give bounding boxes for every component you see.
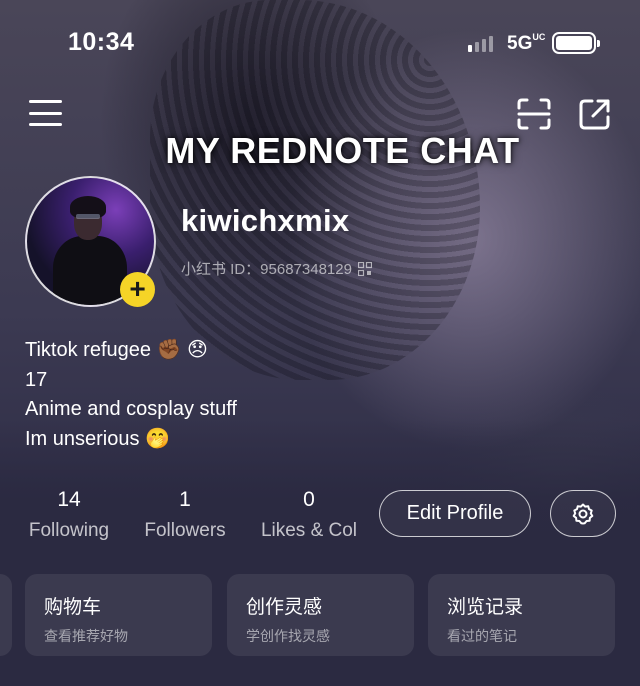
- user-id: 小红书 ID：95687348129: [181, 258, 372, 279]
- browsing-history-card[interactable]: 浏览记录 看过的笔记: [428, 574, 615, 656]
- network-suffix: UC: [532, 31, 546, 42]
- card-partial[interactable]: [0, 574, 12, 656]
- banner-title: MY REDNOTE CHAT: [165, 130, 520, 171]
- followers-count: 1: [179, 488, 191, 511]
- signal-icon: [468, 36, 493, 52]
- card-title: 浏览记录: [447, 596, 524, 618]
- creation-inspiration-card[interactable]: 创作灵感 学创作找灵感: [227, 574, 414, 656]
- network-type: 5G: [507, 33, 533, 54]
- followers-label: Followers: [144, 520, 226, 541]
- card-subtitle: 学创作找灵感: [246, 629, 330, 645]
- qr-code-icon[interactable]: [357, 261, 372, 276]
- user-id-text: 小红书 ID：95687348129: [181, 261, 352, 278]
- share-icon[interactable]: [577, 97, 612, 132]
- likes-label: Likes & Col: [260, 520, 358, 541]
- following-label: Following: [28, 520, 110, 541]
- add-avatar-button[interactable]: +: [120, 272, 155, 307]
- card-title: 创作灵感: [246, 596, 323, 618]
- card-title: 购物车: [44, 596, 102, 618]
- bio-line: 17: [25, 368, 48, 391]
- network-indicator: 5GUC: [507, 31, 546, 55]
- scan-icon[interactable]: [516, 97, 552, 131]
- following-count: 14: [57, 488, 81, 511]
- card-subtitle: 查看推荐好物: [44, 629, 128, 645]
- shopping-cart-card[interactable]: 购物车 查看推荐好物: [25, 574, 212, 656]
- edit-profile-button[interactable]: Edit Profile: [379, 490, 531, 537]
- bio-line: Im unserious 🤭: [25, 427, 170, 450]
- gear-icon: [572, 503, 594, 524]
- bio-line: Tiktok refugee ✊🏾 😞: [25, 339, 208, 361]
- likes-count: 0: [303, 488, 315, 511]
- card-subtitle: 看过的笔记: [447, 629, 517, 645]
- bio-line: Anime and cosplay stuff: [25, 398, 237, 420]
- stat-followers[interactable]: 1 Followers: [140, 488, 230, 542]
- stat-likes[interactable]: 0 Likes & Col: [256, 488, 362, 542]
- menu-icon[interactable]: [29, 100, 62, 126]
- settings-button[interactable]: [550, 490, 616, 537]
- battery-icon: [552, 32, 600, 54]
- bio: Tiktok refugee ✊🏾 😞 17 Anime and cosplay…: [25, 336, 237, 454]
- username: kiwichxmix: [181, 203, 350, 238]
- status-time: 10:34: [68, 28, 135, 56]
- stat-following[interactable]: 14 Following: [25, 488, 113, 542]
